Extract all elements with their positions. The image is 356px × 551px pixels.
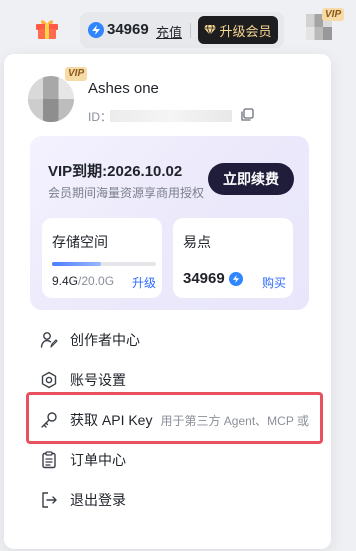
points-balance: 34969 bbox=[107, 21, 149, 38]
profile-avatar bbox=[28, 76, 74, 122]
settings-icon bbox=[41, 371, 57, 389]
user-id-value-masked bbox=[110, 110, 232, 122]
copy-icon[interactable] bbox=[240, 108, 254, 122]
user-menu-panel: VIP Ashes one ID： VIP到期:2026.10.02 会员期间海… bbox=[4, 54, 331, 549]
storage-progress-fill bbox=[52, 262, 101, 266]
menu-item-order-center[interactable]: 订单中心 bbox=[30, 440, 320, 480]
vip-badge: VIP bbox=[322, 8, 345, 21]
username: Ashes one bbox=[88, 80, 159, 97]
top-bar: 34969 充值 升级会员 VIP bbox=[0, 0, 356, 56]
upgrade-member-button[interactable]: 升级会员 bbox=[198, 16, 278, 44]
storage-progress-bar bbox=[52, 262, 156, 266]
menu-item-label: 账号设置 bbox=[70, 372, 126, 388]
bolt-icon bbox=[229, 272, 243, 286]
creator-icon bbox=[40, 332, 58, 348]
vip-expiry: VIP到期:2026.10.02 bbox=[48, 163, 183, 180]
storage-card: 存储空间 9.4G/20.0G 升级 bbox=[42, 218, 162, 298]
diamond-icon bbox=[204, 25, 217, 35]
recharge-link[interactable]: 充值 bbox=[156, 22, 182, 41]
bolt-icon bbox=[88, 22, 104, 38]
storage-usage: 9.4G/20.0G bbox=[52, 274, 114, 288]
buy-points-link[interactable]: 购买 bbox=[262, 274, 286, 291]
points-card: 易点 34969 购买 bbox=[173, 218, 293, 298]
vip-description: 会员期间海量资源享商用授权 bbox=[48, 186, 205, 200]
divider bbox=[190, 23, 191, 38]
upgrade-member-label: 升级会员 bbox=[219, 23, 272, 39]
vip-card: VIP到期:2026.10.02 会员期间海量资源享商用授权 立即续费 存储空间… bbox=[30, 136, 309, 310]
user-id-label: ID： bbox=[88, 110, 113, 124]
highlight-annotation bbox=[26, 392, 323, 444]
storage-used: 9.4G bbox=[52, 274, 79, 288]
menu-item-label: 订单中心 bbox=[70, 452, 126, 468]
menu-item-creator-center[interactable]: 创作者中心 bbox=[30, 320, 320, 360]
renew-button[interactable]: 立即续费 bbox=[208, 163, 294, 195]
menu-item-label: 退出登录 bbox=[70, 492, 126, 508]
points-title: 易点 bbox=[183, 234, 211, 250]
menu-item-logout[interactable]: 退出登录 bbox=[30, 480, 320, 520]
orders-icon bbox=[42, 451, 56, 469]
storage-title: 存储空间 bbox=[52, 234, 108, 250]
gift-icon[interactable] bbox=[34, 16, 60, 40]
profile-vip-badge: VIP bbox=[65, 67, 88, 81]
storage-total: /20.0G bbox=[78, 274, 115, 288]
points-chip: 34969 充值 升级会员 bbox=[80, 12, 284, 48]
logout-icon bbox=[42, 492, 57, 508]
points-value: 34969 bbox=[183, 270, 225, 287]
storage-upgrade-link[interactable]: 升级 bbox=[132, 274, 156, 291]
menu-item-label: 创作者中心 bbox=[70, 332, 140, 348]
